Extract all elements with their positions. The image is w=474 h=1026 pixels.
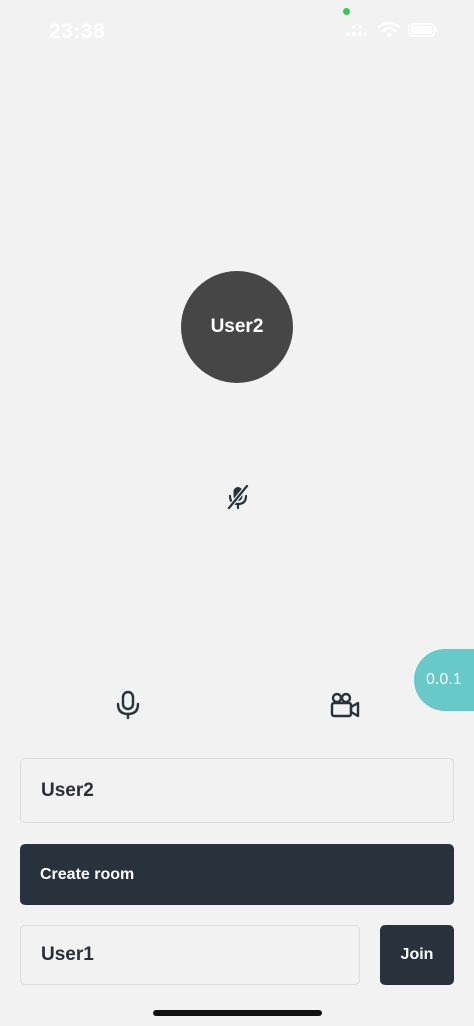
join-name-input[interactable] — [20, 925, 360, 985]
remote-participant-avatar: User2 — [181, 271, 293, 383]
room-name-input[interactable] — [20, 758, 454, 823]
video-camera-icon — [330, 691, 360, 724]
join-button[interactable]: Join — [380, 925, 454, 985]
status-time: 23:38 — [49, 20, 106, 43]
version-badge[interactable]: 0.0.1 — [414, 649, 474, 711]
wifi-icon — [377, 21, 401, 43]
home-indicator — [153, 1010, 322, 1016]
version-label: 0.0.1 — [426, 671, 462, 688]
microphone-icon — [115, 690, 141, 725]
status-bar: 23:38 — [0, 0, 474, 60]
toggle-mic-button[interactable] — [108, 687, 148, 727]
remote-participant-name: User2 — [210, 316, 264, 337]
toggle-camera-button[interactable] — [325, 687, 365, 727]
battery-icon — [408, 22, 438, 43]
create-room-button[interactable]: Create room — [20, 844, 454, 905]
cellular-signal-icon — [345, 22, 367, 43]
mic-muted-icon — [224, 483, 252, 511]
privacy-indicator-dot — [343, 8, 350, 15]
